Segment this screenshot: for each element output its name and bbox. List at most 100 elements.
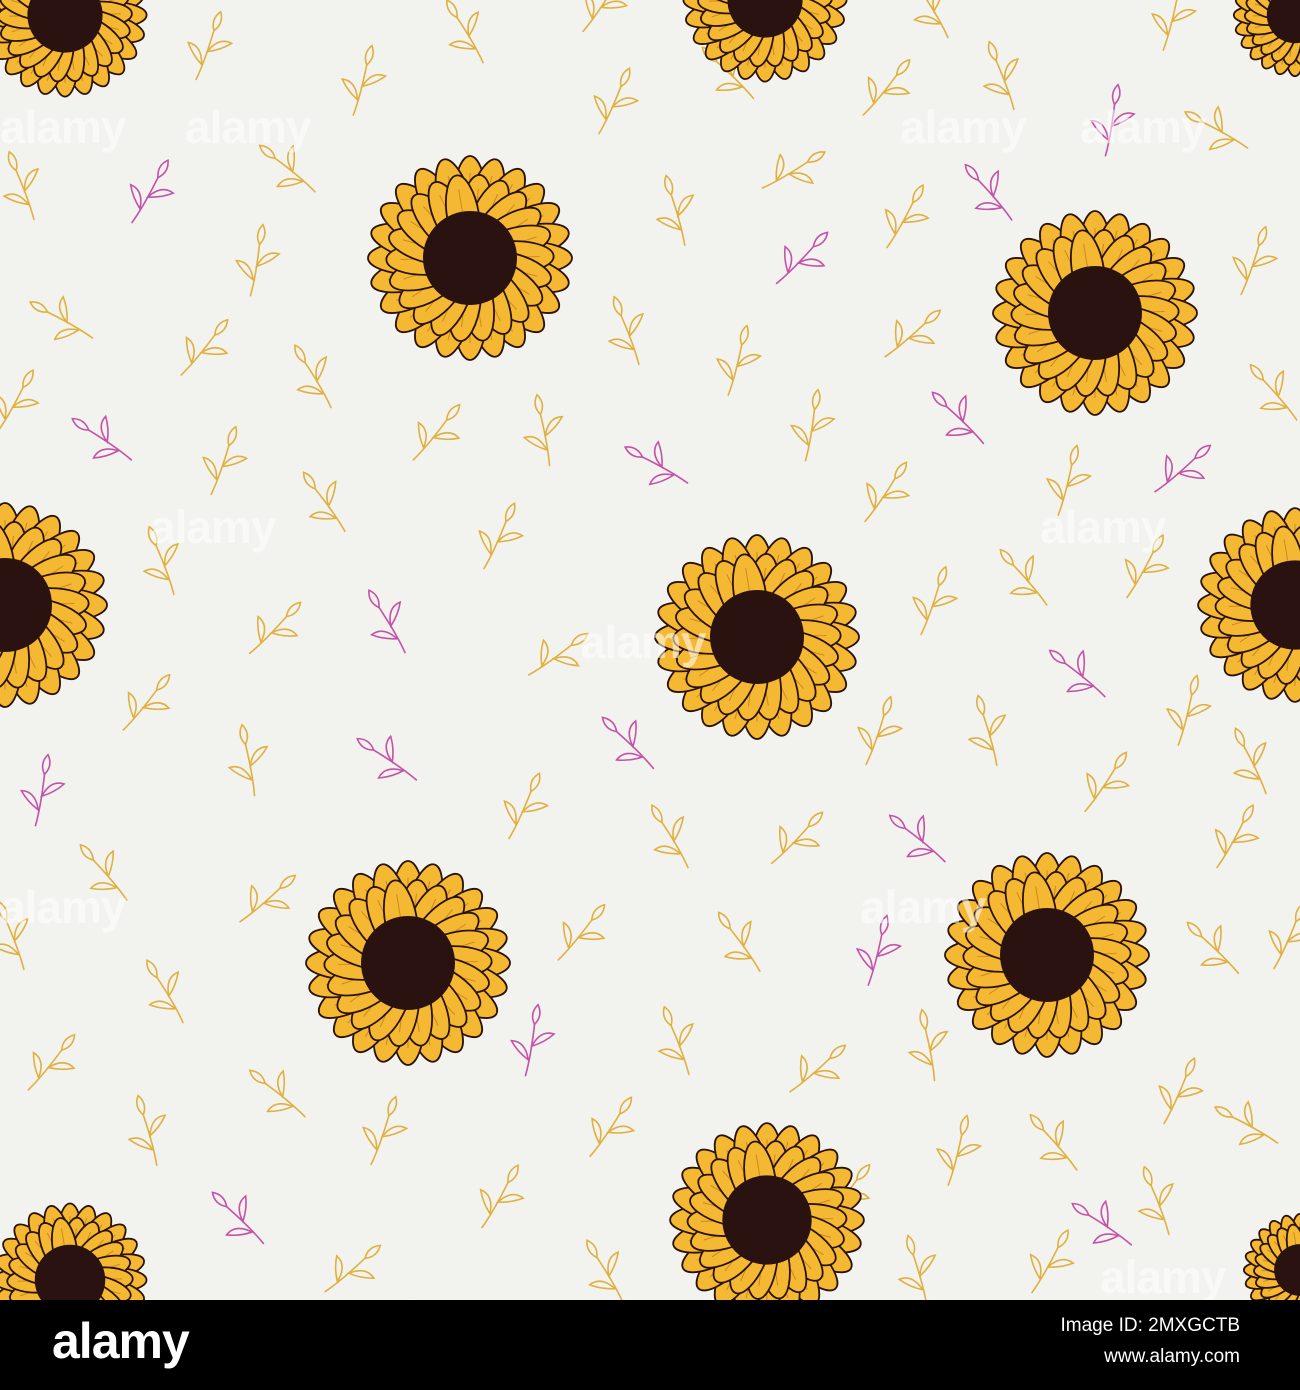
leaf-sprig-28	[1249, 363, 1298, 421]
leaf-sprig-70	[855, 914, 903, 986]
sunflower-3	[305, 860, 511, 1066]
leaf-sprig-14	[2, 150, 40, 221]
leaf-sprig-72	[1268, 902, 1300, 970]
leaf-sprig-80	[362, 1095, 409, 1166]
alamy-logo: alamy	[52, 1313, 190, 1369]
leaf-sprig-55	[601, 716, 655, 770]
leaf-sprig-4	[593, 67, 640, 135]
leaf-sprig-27	[1232, 225, 1279, 296]
leaf-sprig-74	[509, 1003, 556, 1077]
leaf-sprig-67	[0, 900, 30, 971]
leaf-sprig-45	[527, 632, 589, 676]
sunflower-1	[992, 210, 1198, 416]
leaf-sprig-86	[479, 1163, 525, 1229]
leaf-sprig-63	[888, 814, 946, 863]
leaf-sprig-51	[122, 673, 171, 731]
leaf-sprig-7	[1089, 83, 1136, 157]
leaf-sprig-76	[789, 1044, 847, 1093]
leaf-sprig-40	[302, 471, 346, 533]
leaf-sprig-50	[1165, 674, 1213, 746]
leaf-sprig-0	[187, 10, 234, 81]
leaf-sprig-33	[522, 393, 564, 467]
leaf-sprig-94	[1029, 1228, 1075, 1294]
leaf-sprig-58	[1084, 751, 1131, 813]
leaf-sprig-95	[1071, 1199, 1133, 1246]
leaf-sprig-65	[79, 843, 128, 901]
leaf-sprig-83	[1029, 1113, 1078, 1171]
leaf-sprig-49	[1048, 649, 1106, 698]
leaf-sprig-64	[1214, 803, 1260, 869]
leaf-sprig-91	[586, 1238, 624, 1300]
leaf-sprig-19	[775, 231, 829, 285]
leaf-sprig-26	[294, 343, 332, 409]
leaf-sprig-2	[340, 44, 388, 116]
sunflower-5	[669, 1122, 865, 1300]
sunflower-pattern: alamy alamy alamy alamy alamy alamy alamy alamy…	[0, 0, 1300, 1300]
leaf-sprig-20	[234, 223, 281, 297]
leaf-sprig-47	[999, 548, 1048, 606]
leaf-sprig-61	[651, 803, 689, 869]
leaf-sprig-73	[146, 958, 184, 1024]
sunflower-7	[682, 0, 848, 83]
leaf-sprig-24	[884, 309, 942, 358]
leaf-sprig-89	[1137, 1165, 1175, 1236]
sunflower-2	[654, 534, 860, 740]
leaf-sprig-8	[1183, 105, 1249, 151]
leaf-sprig-17	[884, 183, 930, 249]
sunflower-8	[1232, 0, 1300, 78]
leaf-sprig-87	[211, 1191, 265, 1245]
leaf-sprig-15	[761, 151, 827, 189]
leaf-sprig-38	[1045, 444, 1093, 516]
sunflower-0	[367, 155, 573, 361]
leaf-sprig-75	[657, 1005, 695, 1076]
sunflower-12	[1243, 1213, 1300, 1300]
leaf-sprig-9	[1150, 0, 1198, 51]
leaf-sprig-85	[1213, 1100, 1279, 1146]
leaf-sprig-53	[356, 734, 418, 781]
sunflower-10	[1197, 507, 1300, 703]
leaf-sprig-35	[789, 388, 836, 462]
leaf-sprig-48	[1124, 533, 1170, 599]
footer-bar: alamy Image ID: 2MXGCTB www.alamy.com	[0, 1300, 1300, 1390]
leaf-sprig-81	[127, 1094, 167, 1166]
leaf-sprig-79	[248, 1069, 306, 1118]
leaf-sprig-29	[0, 368, 40, 434]
leaf-sprig-42	[142, 525, 180, 596]
leaf-sprig-68	[557, 903, 606, 961]
sunflower-9	[0, 502, 108, 708]
leaf-sprig-59	[1232, 727, 1267, 795]
leaf-sprig-54	[503, 772, 550, 840]
leaf-sprig-10	[913, 0, 949, 39]
leaf-sprig-39	[1154, 444, 1212, 493]
leaf-sprig-43	[248, 601, 302, 655]
leaf-sprig-12	[258, 144, 316, 193]
leaf-sprig-41	[478, 502, 525, 570]
leaf-sprig-82	[589, 1096, 636, 1158]
leaf-sprig-44	[368, 588, 406, 654]
leaf-sprig-22	[180, 318, 229, 376]
leaf-sprig-78	[27, 1033, 76, 1091]
leaf-sprig-34	[623, 440, 689, 486]
sunflower-11	[0, 1202, 148, 1300]
leaf-sprig-6	[982, 40, 1020, 111]
leaf-sprig-36	[931, 391, 985, 445]
leaf-sprig-25	[715, 324, 763, 396]
leaf-sprig-1	[446, 0, 484, 64]
site-url-text: www.alamy.com	[1104, 1346, 1240, 1367]
leaf-sprig-37	[864, 461, 911, 523]
leaf-sprig-21	[28, 295, 94, 341]
leaf-sprig-52	[227, 723, 269, 797]
sunflower-4	[944, 852, 1150, 1058]
leaf-sprig-56	[857, 695, 904, 766]
pattern-artwork	[0, 0, 1300, 1300]
leaf-sprig-5	[862, 58, 911, 116]
leaf-sprig-62	[770, 811, 824, 865]
leaf-sprig-66	[239, 874, 297, 923]
leaf-sprig-57	[967, 694, 1007, 766]
leaf-sprig-69	[717, 911, 761, 973]
leaf-sprig-71	[1186, 921, 1240, 975]
leaf-sprig-23	[607, 295, 645, 366]
leaf-sprig-16	[655, 174, 695, 246]
leaf-sprig-92	[324, 1244, 382, 1293]
leaf-sprig-46	[912, 565, 959, 636]
